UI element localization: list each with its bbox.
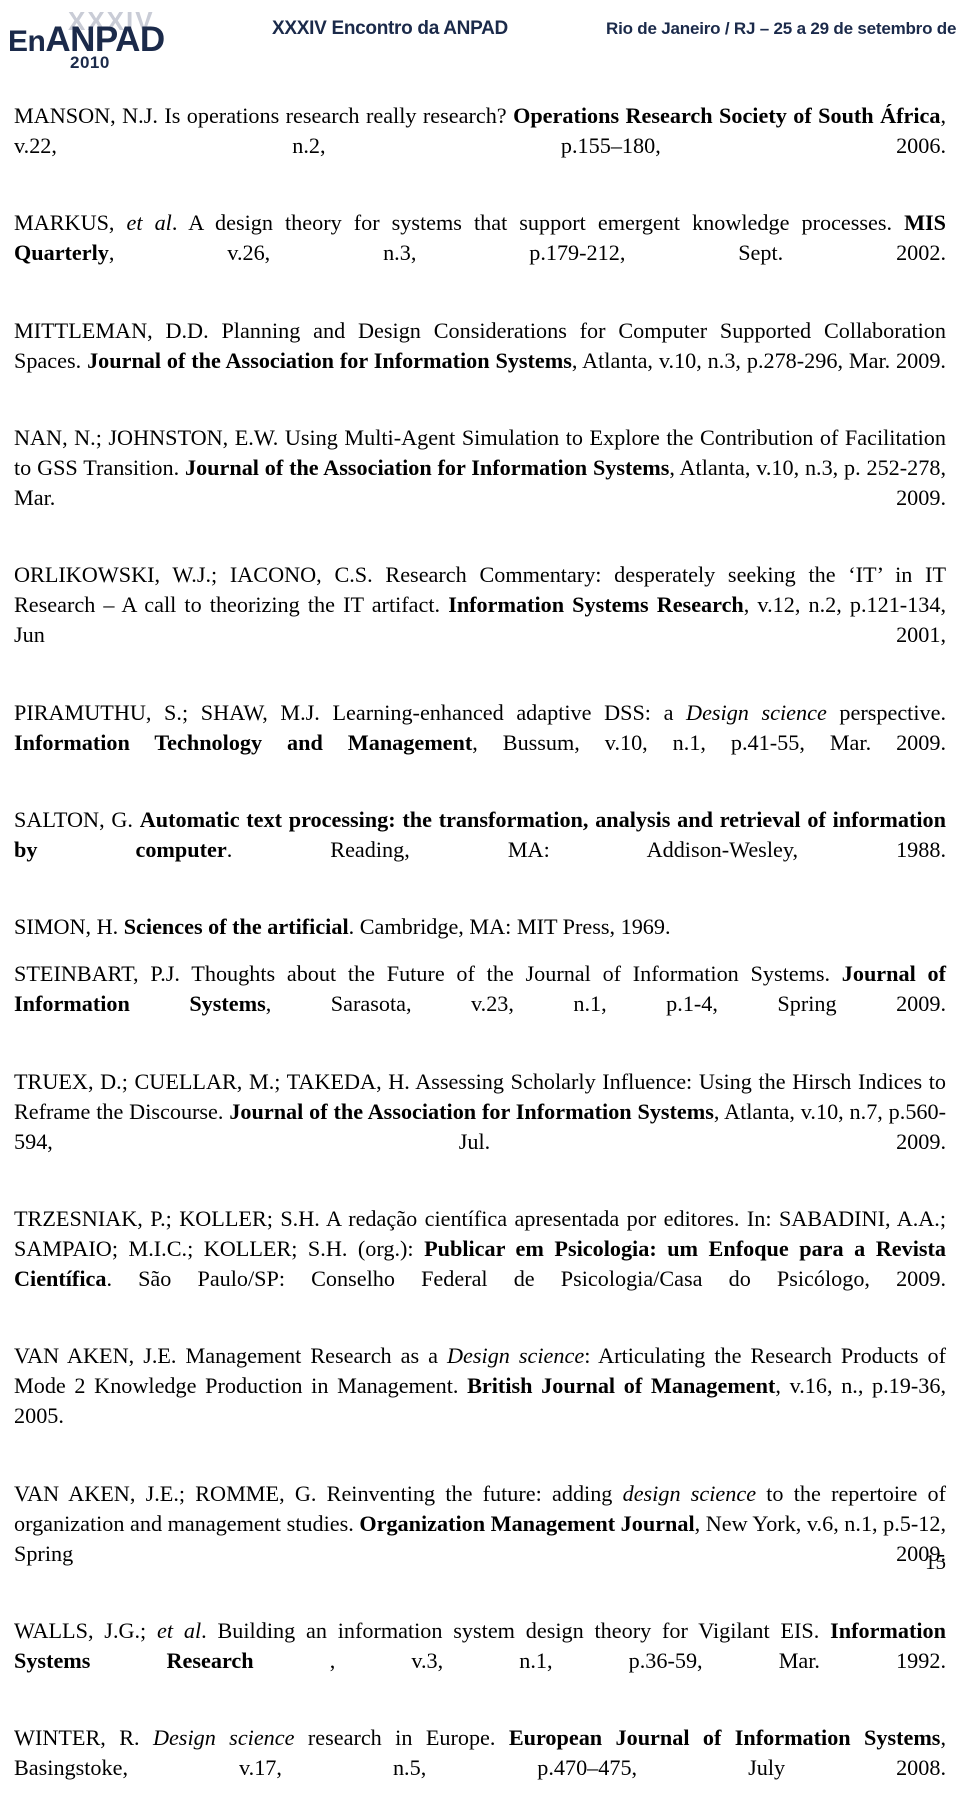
reference-entry: TRUEX, D.; CUELLAR, M.; TAKEDA, H. Asses… [14, 1067, 946, 1187]
reference-text-segment: . São Paulo/SP: Conselho Federal de Psic… [106, 1266, 946, 1292]
logo-wordmark-en: En [8, 25, 46, 58]
reference-text-segment: et al [126, 210, 172, 236]
reference-text-segment: design science [622, 1480, 757, 1506]
reference-text-segment: . Cambridge, MA: MIT Press, 1969. [348, 914, 671, 940]
header-event-location-dates: Rio de Janeiro / RJ – 25 a 29 de setembr… [606, 19, 960, 38]
reference-text-segment: SALTON, G. [14, 806, 140, 832]
reference-entry: VAN AKEN, J.E.; ROMME, G. Reinventing th… [14, 1479, 946, 1599]
reference-text-segment: WINTER, R. [14, 1725, 153, 1751]
reference-text-segment: , v.26, n.3, p.179-212, Sept. 2002. [108, 240, 946, 266]
reference-text-segment: , Sarasota, v.23, n.1, p.1-4, Spring 200… [265, 991, 946, 1017]
reference-text-segment: Operations Research Society of South Áfr… [513, 103, 941, 128]
reference-text-segment: . A design theory for systems that suppo… [171, 210, 905, 236]
reference-entry: MITTLEMAN, D.D. Planning and Design Cons… [14, 316, 946, 406]
reference-entry: STEINBART, P.J. Thoughts about the Futur… [14, 959, 946, 1049]
reference-text-segment: . Reading, MA: Addison-Wesley, 1988. [226, 836, 947, 862]
reference-text-segment: Design science [152, 1725, 295, 1751]
reference-text-segment: , v.3, n.1, p.36-59, Mar. 1992. [253, 1648, 946, 1674]
reference-text-segment: MANSON, N.J. Is operations research real… [14, 103, 514, 128]
page-number: 15 [925, 1550, 946, 1574]
reference-entry: PIRAMUTHU, S.; SHAW, M.J. Learning-enhan… [14, 698, 946, 788]
reference-text-segment: Sciences of the artificial [123, 914, 349, 940]
reference-text-segment: PIRAMUTHU, S.; SHAW, M.J. Learning-enhan… [14, 699, 687, 725]
reference-text-segment: Organization Management Journal [359, 1510, 695, 1536]
reference-text-segment: British Journal of Management [467, 1373, 776, 1399]
reference-entry: MANSON, N.J. Is operations research real… [14, 101, 946, 191]
reference-text-segment: . Building an information system design … [201, 1618, 831, 1644]
reference-text-segment: SIMON, H. [14, 914, 124, 940]
reference-text-segment: Journal of the Association for Informati… [87, 347, 572, 373]
header-event-title: XXXIV Encontro da ANPAD [272, 18, 508, 39]
reference-entry: SIMON, H. Sciences of the artificial. Ca… [14, 912, 946, 942]
reference-text-segment: STEINBART, P.J. Thoughts about the Futur… [14, 961, 842, 987]
reference-text-segment: Journal of the Association for Informati… [229, 1098, 714, 1124]
reference-entry: MARKUS, et al. A design theory for syste… [14, 208, 946, 298]
reference-entry: WALLS, J.G.; et al. Building an informat… [14, 1616, 946, 1706]
reference-text-segment: MARKUS, [14, 210, 127, 236]
reference-text-segment: Design science [686, 699, 827, 725]
reference-entry: VAN AKEN, J.E. Management Research as a … [14, 1341, 946, 1461]
reference-text-segment: Information Technology and Management [14, 729, 473, 755]
reference-text-segment: Design science [447, 1343, 585, 1369]
reference-entry: WINTER, R. Design science research in Eu… [14, 1723, 946, 1813]
reference-text-segment: VAN AKEN, J.E.; ROMME, G. Reinventing th… [14, 1480, 623, 1506]
reference-text-segment: Information Systems Research [448, 592, 744, 618]
reference-entry: NAN, N.; JOHNSTON, E.W. Using Multi-Agen… [14, 423, 946, 543]
reference-text-segment: European Journal of Information Systems [508, 1725, 941, 1751]
references-list: MANSON, N.J. Is operations research real… [14, 101, 946, 1814]
page-header: XXXIV EnANPAD 2010 XXXIV Encontro da ANP… [0, 0, 960, 78]
reference-text-segment: et al [157, 1618, 202, 1644]
reference-text-segment: perspective. [826, 699, 946, 725]
reference-text-segment: WALLS, J.G.; [14, 1618, 158, 1644]
reference-text-segment: , Atlanta, v.10, n.3, p.278-296, Mar. 20… [571, 347, 946, 373]
reference-text-segment: , Bussum, v.10, n.1, p.41-55, Mar. 2009. [472, 729, 946, 755]
reference-entry: TRZESNIAK, P.; KOLLER; S.H. A redação ci… [14, 1204, 946, 1324]
logo-year-text: 2010 [70, 53, 110, 72]
reference-text-segment: Journal of the Association for Informati… [184, 454, 670, 480]
reference-text-segment: VAN AKEN, J.E. Management Research as a [14, 1343, 448, 1369]
reference-entry: ORLIKOWSKI, W.J.; IACONO, C.S. Research … [14, 560, 946, 680]
reference-entry: SALTON, G. Automatic text processing: th… [14, 805, 946, 895]
reference-text-segment: research in Europe. [294, 1725, 509, 1751]
enanpad-logo: XXXIV EnANPAD 2010 [8, 4, 238, 72]
